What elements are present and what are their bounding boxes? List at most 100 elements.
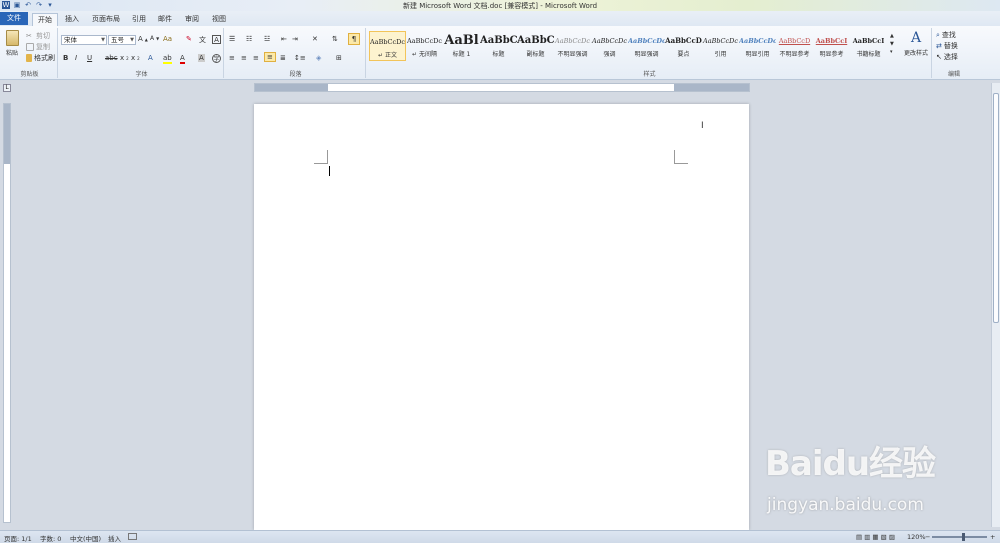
style-subtle-emphasis[interactable]: AaBbCcDc 不明显强调 — [554, 31, 591, 61]
vertical-ruler[interactable] — [3, 103, 11, 523]
title-bar: W ▣ ↶ ↷ ▾ 新建 Microsoft Word 文档.doc [兼容模式… — [0, 0, 1000, 11]
align-right-icon[interactable]: ≡ — [253, 54, 259, 62]
tab-selector[interactable]: L — [3, 84, 11, 92]
distributed-icon[interactable]: ≣ — [280, 54, 286, 62]
tab-insert[interactable]: 插入 — [60, 13, 84, 26]
paragraph-group: ☰ ☷ ☳ ⇤ ⇥ ✕ ⇅ ¶ ≡ ≡ ≡ ≡ ≣ ↕≡ ◈ ⊞ 段落 — [226, 28, 366, 78]
change-styles-icon: A — [910, 30, 922, 46]
language-indicator[interactable]: 中文(中国) — [70, 533, 101, 543]
font-size-combo[interactable]: 五号 ▼ — [108, 35, 136, 45]
style-book-title[interactable]: AaBbCcI 书籍标题 — [850, 31, 887, 61]
style-label: 明显引用 — [745, 51, 770, 58]
cut-button[interactable]: ✂ 剪切 — [26, 31, 50, 41]
borders-icon[interactable]: ⊞ — [336, 54, 342, 62]
style-intense-quote[interactable]: AaBbCcDc 明显引用 — [739, 31, 776, 61]
tab-home[interactable]: 开始 — [32, 13, 58, 26]
tab-page-layout[interactable]: 页面布局 — [87, 13, 125, 26]
style-title[interactable]: AaBbC 标题 — [480, 31, 517, 61]
tab-mailings[interactable]: 邮件 — [153, 13, 177, 26]
styles-gallery-scroll[interactable]: ▲ ▼ ▾ — [890, 32, 894, 56]
style-quote[interactable]: AaBbCcDc 引用 — [702, 31, 739, 61]
font-color-icon[interactable]: A — [180, 54, 185, 64]
style-subtle-reference[interactable]: AaBbCcD 不明显参考 — [776, 31, 813, 61]
decrease-indent-icon[interactable]: ⇤ — [281, 35, 287, 43]
style-no-spacing[interactable]: AaBbCcDc ↵ 无间隔 — [406, 31, 443, 61]
justify-icon[interactable]: ≡ — [264, 52, 276, 62]
horizontal-ruler[interactable] — [254, 83, 750, 92]
zoom-out-icon[interactable]: − — [925, 533, 930, 541]
tab-references[interactable]: 引用 — [127, 13, 151, 26]
style-sample: AaBbCcI — [852, 37, 885, 45]
shading-icon[interactable]: ◈ — [316, 54, 321, 62]
zoom-in-icon[interactable]: + — [990, 533, 995, 541]
style-intense-reference[interactable]: AaBbCcI 明显参考 — [813, 31, 850, 61]
page-count[interactable]: 页面: 1/1 — [4, 533, 32, 543]
align-left-icon[interactable]: ≡ — [229, 54, 235, 62]
style-intense-emphasis[interactable]: AaBbCcDc 明显强调 — [628, 31, 665, 61]
format-painter-button[interactable]: 格式刷 — [26, 53, 55, 63]
bullets-icon[interactable]: ☰ — [229, 35, 235, 43]
select-label: 选择 — [943, 53, 958, 61]
style-emphasis[interactable]: AaBbCcDc 强调 — [591, 31, 628, 61]
style-strong[interactable]: AaBbCcD 要点 — [665, 31, 702, 61]
scrollbar-thumb[interactable] — [993, 93, 999, 323]
strikethrough-button[interactable]: abc — [105, 54, 118, 62]
text-effects-icon[interactable]: A — [148, 54, 153, 62]
style-subtitle[interactable]: AaBbC 副标题 — [517, 31, 554, 61]
clear-format-icon[interactable]: ✎ — [186, 35, 192, 43]
char-border-icon[interactable]: A — [212, 35, 221, 44]
style-label: 强调 — [603, 51, 616, 58]
tab-view[interactable]: 视图 — [207, 13, 231, 26]
phonetic-guide-icon[interactable]: 文 — [199, 35, 206, 45]
cut-label: 剪切 — [36, 32, 50, 40]
select-button[interactable]: ↖ 选择 — [936, 52, 958, 62]
zoom-slider-thumb[interactable] — [962, 533, 965, 541]
style-heading1[interactable]: AaBl 标题 1 — [443, 31, 480, 61]
replace-button[interactable]: ⇄ 替换 — [936, 41, 958, 51]
zoom-level[interactable]: 120% — [907, 533, 926, 541]
baidu-watermark: Baidu经验 jingyan.baidu.com — [765, 432, 985, 532]
tab-review[interactable]: 审阅 — [180, 13, 204, 26]
font-name-combo[interactable]: 宋体 ▼ — [61, 35, 107, 45]
align-center-icon[interactable]: ≡ — [241, 54, 247, 62]
styles-group: AaBbCcDc ↵ 正文 AaBbCcDc ↵ 无间隔 AaBl 标题 1 A… — [368, 28, 932, 78]
copy-icon — [26, 43, 34, 51]
document-page[interactable]: I — [254, 104, 749, 530]
bold-button[interactable]: B — [63, 54, 68, 62]
highlight-icon[interactable]: ab — [163, 54, 172, 64]
shrink-font-button[interactable]: A ▼ — [150, 35, 159, 42]
show-marks-icon[interactable]: ¶ — [348, 33, 360, 45]
ribbon: 粘贴 ✂ 剪切 复制 格式刷 剪贴板 宋体 ▼ 五号 ▼ A ▲ A ▼ Aa ✎ 文 … — [0, 26, 1000, 80]
style-sample: AaBbCcDc — [628, 37, 665, 45]
line-spacing-icon[interactable]: ↕≡ — [294, 54, 306, 62]
font-size-value: 五号 — [111, 36, 124, 44]
find-button[interactable]: ⌕ 查找 — [936, 30, 956, 40]
binoculars-icon: ⌕ — [936, 30, 940, 39]
style-normal[interactable]: AaBbCcDc ↵ 正文 — [369, 31, 406, 61]
change-case-button[interactable]: Aa — [163, 35, 172, 43]
change-styles-label: 更改样式 — [903, 50, 928, 57]
word-count[interactable]: 字数: 0 — [40, 533, 61, 543]
insert-mode[interactable]: 插入 — [108, 533, 121, 543]
paste-button[interactable]: 粘贴 — [4, 30, 20, 57]
numbering-icon[interactable]: ☷ — [246, 35, 252, 43]
italic-button[interactable]: I — [75, 54, 77, 62]
multilevel-list-icon[interactable]: ☳ — [264, 35, 270, 43]
copy-button[interactable]: 复制 — [26, 42, 50, 52]
underline-button[interactable]: U — [87, 54, 92, 62]
view-buttons[interactable]: ▤ ▥ ▦ ▧ ▨ — [856, 533, 895, 541]
chinese-layout-icon[interactable]: ✕ — [312, 35, 318, 43]
enclose-char-icon[interactable]: 字 — [212, 54, 221, 63]
char-shading-icon[interactable]: A — [198, 54, 205, 62]
change-styles-button[interactable]: A 更改样式 — [901, 30, 931, 57]
sort-icon[interactable]: ⇅ — [332, 35, 338, 43]
vertical-scrollbar[interactable] — [991, 83, 1000, 527]
subscript-button[interactable]: x2 — [120, 54, 129, 62]
macro-record-icon[interactable] — [128, 533, 137, 540]
grow-font-button[interactable]: A ▲ — [138, 35, 148, 43]
ruler-right-margin — [674, 84, 749, 91]
increase-indent-icon[interactable]: ⇥ — [292, 35, 298, 43]
superscript-button[interactable]: x2 — [131, 54, 140, 62]
zoom-slider[interactable] — [932, 536, 987, 538]
tab-file[interactable]: 文件 — [0, 12, 28, 25]
